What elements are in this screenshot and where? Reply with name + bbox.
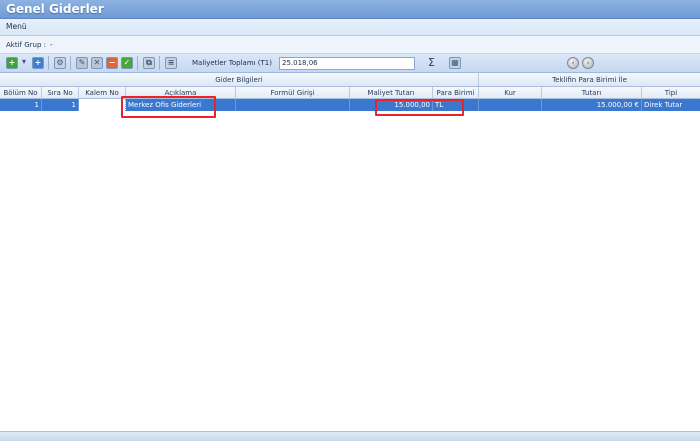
toolbar: + ▾ + ⚙ ✎ ✕ − ✓ ⧉ ≡ Maliyetler Toplamı (… xyxy=(0,54,700,73)
column-header-formula[interactable]: Formül Girişi xyxy=(236,87,350,98)
cell-item-no[interactable] xyxy=(79,99,126,111)
grid-empty-area xyxy=(0,111,700,431)
dropdown-arrow-icon[interactable]: ▾ xyxy=(20,57,28,69)
previous-icon[interactable]: ‹ xyxy=(567,57,579,69)
column-header-amount[interactable]: Tutarı xyxy=(542,87,642,98)
toolbar-separator xyxy=(70,56,71,70)
sigma-icon[interactable]: Σ xyxy=(428,56,435,69)
column-header-description[interactable]: Açıklama xyxy=(126,87,236,98)
add-icon[interactable]: + xyxy=(6,57,18,69)
active-group-value: - xyxy=(50,41,53,49)
menu-item-menu[interactable]: Menü xyxy=(6,22,27,31)
column-header-section-no[interactable]: Bölüm No xyxy=(0,87,42,98)
cell-rate[interactable] xyxy=(479,99,542,111)
window-title: Genel Giderler xyxy=(6,2,104,16)
save-icon[interactable]: ✓ xyxy=(121,57,133,69)
settings-icon[interactable]: ⚙ xyxy=(54,57,66,69)
active-group-label: Aktif Grup : xyxy=(6,41,46,49)
edit-icon[interactable]: ✎ xyxy=(76,57,88,69)
column-header-rate[interactable]: Kur xyxy=(479,87,542,98)
cancel-icon[interactable]: ✕ xyxy=(91,57,103,69)
next-icon[interactable]: › xyxy=(582,57,594,69)
column-header-item-no[interactable]: Kalem No xyxy=(79,87,126,98)
delete-icon[interactable]: − xyxy=(106,57,118,69)
group-header-offer-currency: Teklifin Para Birimi İle xyxy=(552,76,627,84)
cell-currency[interactable]: TL xyxy=(433,99,479,111)
title-bar: Genel Giderler xyxy=(0,0,700,19)
cost-total-label: Maliyetler Toplamı (T1) xyxy=(192,59,272,67)
toolbar-separator xyxy=(137,56,138,70)
cell-type[interactable]: Direk Tutar xyxy=(642,99,700,111)
cell-description[interactable]: Merkez Ofis Giderleri xyxy=(126,99,236,111)
calculator-icon[interactable]: ▦ xyxy=(449,57,461,69)
cell-section-no[interactable]: 1 xyxy=(0,99,42,111)
cell-row-no[interactable]: 1 xyxy=(42,99,79,111)
column-header-type[interactable]: Tipi xyxy=(642,87,700,98)
menu-bar: Menü xyxy=(0,19,700,36)
grid-column-header: Bölüm No Sıra No Kalem No Açıklama Formü… xyxy=(0,87,700,99)
cell-cost-amount[interactable]: 15.000,00 xyxy=(350,99,433,111)
toolbar-separator xyxy=(48,56,49,70)
status-bar xyxy=(0,431,700,441)
column-header-cost-amount[interactable]: Maliyet Tutarı xyxy=(350,87,433,98)
cell-amount[interactable]: 15.000,00 € xyxy=(542,99,642,111)
cell-formula[interactable] xyxy=(236,99,350,111)
cost-total-field[interactable]: 25.018,06 xyxy=(279,57,415,70)
column-header-currency[interactable]: Para Birimi xyxy=(433,87,479,98)
grid-group-header: Gider Bilgileri Teklifin Para Birimi İle xyxy=(0,73,700,87)
add-row-icon[interactable]: + xyxy=(32,57,44,69)
copy-icon[interactable]: ⧉ xyxy=(143,57,155,69)
list-icon[interactable]: ≡ xyxy=(165,57,177,69)
group-header-expense-info: Gider Bilgileri xyxy=(0,73,479,86)
table-row[interactable]: 1 1 Merkez Ofis Giderleri 15.000,00 TL 1… xyxy=(0,99,700,111)
active-group-bar: Aktif Grup : - xyxy=(0,36,700,54)
toolbar-separator xyxy=(159,56,160,70)
column-header-row-no[interactable]: Sıra No xyxy=(42,87,79,98)
